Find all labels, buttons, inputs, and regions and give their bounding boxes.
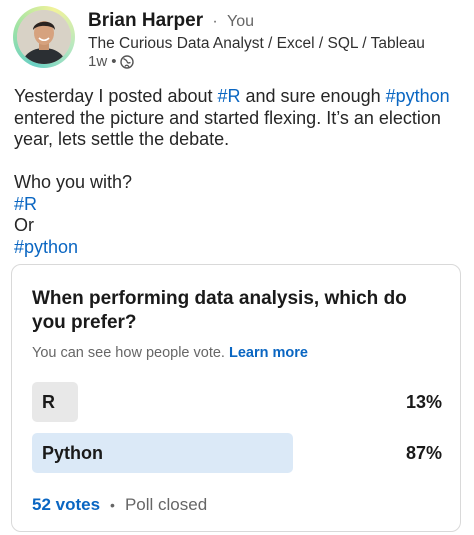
poll-option-python[interactable]: Python 87% <box>32 433 442 473</box>
globe-icon <box>120 54 135 69</box>
post-text: Yesterday I posted about #R and sure eno… <box>14 86 464 258</box>
author-name-row: Brian Harper · You <box>88 10 254 32</box>
post-question: Who you with? <box>14 172 133 192</box>
poll-note-text: You can see how people vote. <box>32 345 225 361</box>
author-headline: The Curious Data Analyst / Excel / SQL /… <box>88 35 425 52</box>
poll-question: When performing data analysis, which do … <box>32 288 407 333</box>
poll-visibility-note: You can see how people vote. Learn more <box>32 345 308 361</box>
hashtag-r-link[interactable]: #R <box>14 194 37 214</box>
post-text-segment: entered the picture and started flexing.… <box>14 107 441 150</box>
poll-option-percent: 13% <box>405 392 442 412</box>
poll-option-bar <box>32 382 78 422</box>
post-time: 1w <box>88 53 108 70</box>
author-relation: You <box>227 13 254 30</box>
poll-option-percent: 87% <box>405 443 442 463</box>
footer-separator: • <box>110 497 115 513</box>
hashtag-python-link[interactable]: #python <box>386 86 450 106</box>
poll-option-label: R <box>42 392 55 412</box>
avatar-photo <box>17 10 71 64</box>
meta-separator: • <box>111 53 117 70</box>
post-text-segment: and sure enough <box>240 86 386 106</box>
post-paragraph: Yesterday I posted about #R and sure eno… <box>14 86 464 151</box>
post-header: Brian Harper · You The Curious Data Anal… <box>13 6 463 70</box>
hashtag-python-link[interactable]: #python <box>14 237 78 257</box>
hashtag-r-link[interactable]: #R <box>217 86 240 106</box>
poll-option-r[interactable]: R 13% <box>32 382 442 422</box>
author-name[interactable]: Brian Harper <box>88 10 203 31</box>
post-or: Or <box>14 215 34 235</box>
name-separator: · <box>212 13 218 30</box>
poll-status: Poll closed <box>124 495 208 514</box>
vote-count-link[interactable]: 52 votes <box>32 495 100 515</box>
poll-card: When performing data analysis, which do … <box>11 264 461 532</box>
learn-more-link[interactable]: Learn more <box>229 345 308 361</box>
poll-option-label: Python <box>42 443 103 463</box>
post-text-segment: Yesterday I posted about <box>14 86 218 106</box>
poll-footer: 52 votes • Poll closed <box>32 495 207 515</box>
post-meta: 1w • <box>88 53 135 70</box>
avatar[interactable] <box>13 6 75 68</box>
